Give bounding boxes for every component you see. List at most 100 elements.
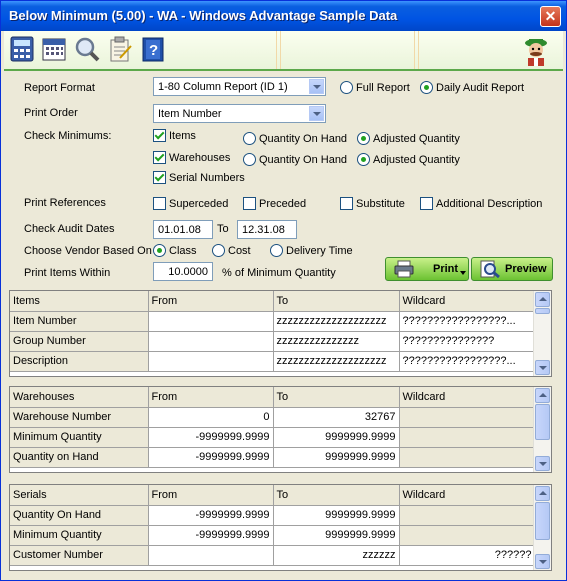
vendor-cost-label: Cost [228,245,251,257]
from-cell[interactable]: 0 [148,407,274,428]
calendar-icon[interactable] [41,36,67,62]
audit-dates-label: Check Audit Dates [24,223,115,235]
additional-description-label: Additional Description [436,198,543,210]
column-header: Wildcard [399,485,536,506]
report-format-value: 1-80 Column Report (ID 1) [158,81,288,93]
close-button[interactable]: ✕ [540,6,561,27]
warehouses-checkbox[interactable] [153,151,166,164]
serials-table: Serials From To Wildcard Quantity On Han… [10,485,536,566]
items-qty-on-hand-radio[interactable] [243,132,256,145]
items-qty-on-hand-label: Quantity On Hand [259,133,348,145]
audit-date-to-value: 12.31.08 [242,224,285,236]
table-row: Minimum Quantity -9999999.9999 9999999.9… [10,427,536,448]
daily-audit-radio[interactable] [420,81,433,94]
to-cell[interactable]: 9999999.9999 [273,505,400,526]
to-cell[interactable]: 9999999.9999 [273,525,400,546]
column-header: To [273,387,400,408]
vendor-cost-radio[interactable] [212,244,225,257]
items-adjusted-qty-label: Adjusted Quantity [373,133,460,145]
to-cell[interactable]: zzzzzzzzzzzzzzzzzzzz [273,311,400,332]
wildcard-cell[interactable]: ?????????????????... [399,311,536,332]
from-cell[interactable] [148,545,274,566]
warehouses-header-row: Warehouses From To Wildcard [10,387,536,408]
title-bar[interactable]: Below Minimum (5.00) - WA - Windows Adva… [1,1,566,31]
print-references-label: Print References [24,197,106,209]
print-button[interactable]: Print [385,257,469,281]
table-row: Warehouse Number 0 32767 [10,407,536,428]
scroll-up-icon[interactable] [535,292,550,307]
to-cell[interactable]: zzzzzzzzzzzzzzzzzzzz [273,351,400,372]
serial-numbers-checkbox[interactable] [153,171,166,184]
serials-scrollbar[interactable] [533,485,551,570]
table-row: Group Number zzzzzzzzzzzzzzz ???????????… [10,331,536,352]
to-cell[interactable]: zzzzzzzzzzzzzzz [273,331,400,352]
from-cell[interactable]: -9999999.9999 [148,505,274,526]
scroll-down-icon[interactable] [535,360,550,375]
scroll-up-icon[interactable] [535,486,550,501]
report-format-select[interactable]: 1-80 Column Report (ID 1) [153,77,326,96]
wildcard-cell[interactable]: ??????????????? [399,331,536,352]
full-report-radio[interactable] [340,81,353,94]
wildcard-cell[interactable]: ?????????????????... [399,351,536,372]
audit-date-to-field[interactable]: 12.31.08 [237,220,297,239]
from-cell[interactable] [148,311,274,332]
column-header: Wildcard [399,387,536,408]
from-cell[interactable] [148,351,274,372]
items-adjusted-qty-radio[interactable] [357,132,370,145]
vendor-delivery-radio[interactable] [270,244,283,257]
clipboard-icon[interactable] [107,36,133,62]
warehouses-scrollbar[interactable] [533,387,551,472]
wildcard-cell [399,427,536,448]
items-scrollbar[interactable] [533,291,551,376]
print-order-value: Item Number [158,108,222,120]
to-cell[interactable]: 32767 [273,407,400,428]
wildcard-cell[interactable]: ?????? [399,545,536,566]
help-book-icon[interactable]: ? [140,36,166,62]
row-label: Quantity on Hand [10,447,149,468]
from-cell[interactable] [148,331,274,352]
print-within-value: 10.0000 [168,266,208,278]
print-within-field[interactable]: 10.0000 [153,262,213,281]
from-cell[interactable]: -9999999.9999 [148,525,274,546]
toolbar: ? [4,31,563,71]
items-header-row: Items From To Wildcard [10,291,536,312]
to-cell[interactable]: zzzzzz [273,545,400,566]
serial-numbers-check-label: Serial Numbers [169,172,245,184]
printer-icon [394,260,414,281]
dropdown-arrow-icon[interactable] [460,271,466,275]
warehouses-qty-on-hand-radio[interactable] [243,153,256,166]
column-header: From [148,291,274,312]
scroll-down-icon[interactable] [535,554,550,569]
calculator-icon[interactable] [9,36,35,62]
substitute-checkbox[interactable] [340,197,353,210]
chevron-down-icon[interactable] [309,106,324,121]
superceded-checkbox[interactable] [153,197,166,210]
from-cell[interactable]: -9999999.9999 [148,447,274,468]
wildcard-cell [399,407,536,428]
column-header: Items [10,291,149,312]
scroll-down-icon[interactable] [535,456,550,471]
additional-description-checkbox[interactable] [420,197,433,210]
from-cell[interactable]: -9999999.9999 [148,427,274,448]
column-header: Warehouses [10,387,149,408]
audit-date-from-field[interactable]: 01.01.08 [153,220,213,239]
magnifier-icon[interactable] [74,36,100,62]
scroll-thumb[interactable] [535,308,550,314]
to-cell[interactable]: 9999999.9999 [273,427,400,448]
preceded-checkbox[interactable] [243,197,256,210]
print-within-label: Print Items Within [24,267,111,279]
row-label: Minimum Quantity [10,427,149,448]
table-row: Quantity On Hand -9999999.9999 9999999.9… [10,505,536,526]
warehouses-adjusted-qty-radio[interactable] [357,153,370,166]
scroll-up-icon[interactable] [535,388,550,403]
items-checkbox[interactable] [153,129,166,142]
vendor-class-radio[interactable] [153,244,166,257]
scroll-thumb[interactable] [535,404,550,440]
print-order-select[interactable]: Item Number [153,104,326,123]
check-minimums-label: Check Minimums: [24,130,112,142]
mascot-logo [520,36,552,66]
preview-button[interactable]: Preview [471,257,553,281]
chevron-down-icon[interactable] [309,79,324,94]
scroll-thumb[interactable] [535,502,550,540]
to-cell[interactable]: 9999999.9999 [273,447,400,468]
